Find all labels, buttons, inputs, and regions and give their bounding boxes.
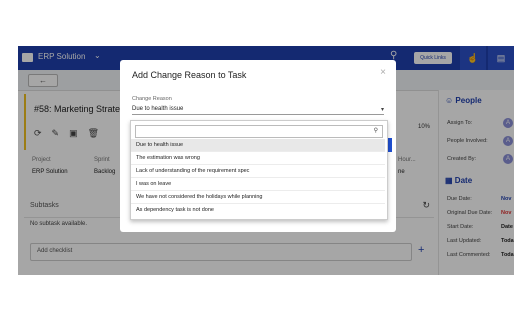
reason-dropdown: ⚲ Due to health issue The estimation was…: [130, 120, 388, 220]
close-icon[interactable]: ×: [380, 67, 386, 78]
dropdown-option[interactable]: The estimation was wrong: [131, 152, 385, 165]
dropdown-option[interactable]: I was on leave: [131, 178, 385, 191]
select-underline: [132, 114, 384, 115]
change-reason-select[interactable]: Due to health issue: [132, 106, 183, 112]
option-label: Due to health issue: [136, 142, 184, 148]
caret-down-icon[interactable]: ▾: [381, 106, 384, 113]
search-icon: ⚲: [373, 128, 378, 134]
option-label: The estimation was wrong: [136, 155, 200, 161]
option-label: We have not considered the holidays whil…: [136, 194, 263, 200]
dialog-title: Add Change Reason to Task: [132, 70, 247, 80]
dropdown-search-input[interactable]: ⚲: [135, 125, 383, 138]
dropdown-option[interactable]: Lack of understanding of the requirement…: [131, 165, 385, 178]
app-window: ERP Solution ⌄ ⚲ Quick Links ☝ ▤ ← #58: …: [18, 46, 514, 275]
dropdown-option[interactable]: As dependency task is not done: [131, 204, 385, 216]
dropdown-option[interactable]: We have not considered the holidays whil…: [131, 191, 385, 204]
option-label: Lack of understanding of the requirement…: [136, 168, 250, 174]
change-reason-label: Change Reason: [132, 96, 172, 102]
dropdown-option[interactable]: Due to health issue: [131, 139, 385, 152]
option-label: I was on leave: [136, 181, 172, 187]
option-label: As dependency task is not done: [136, 207, 214, 213]
